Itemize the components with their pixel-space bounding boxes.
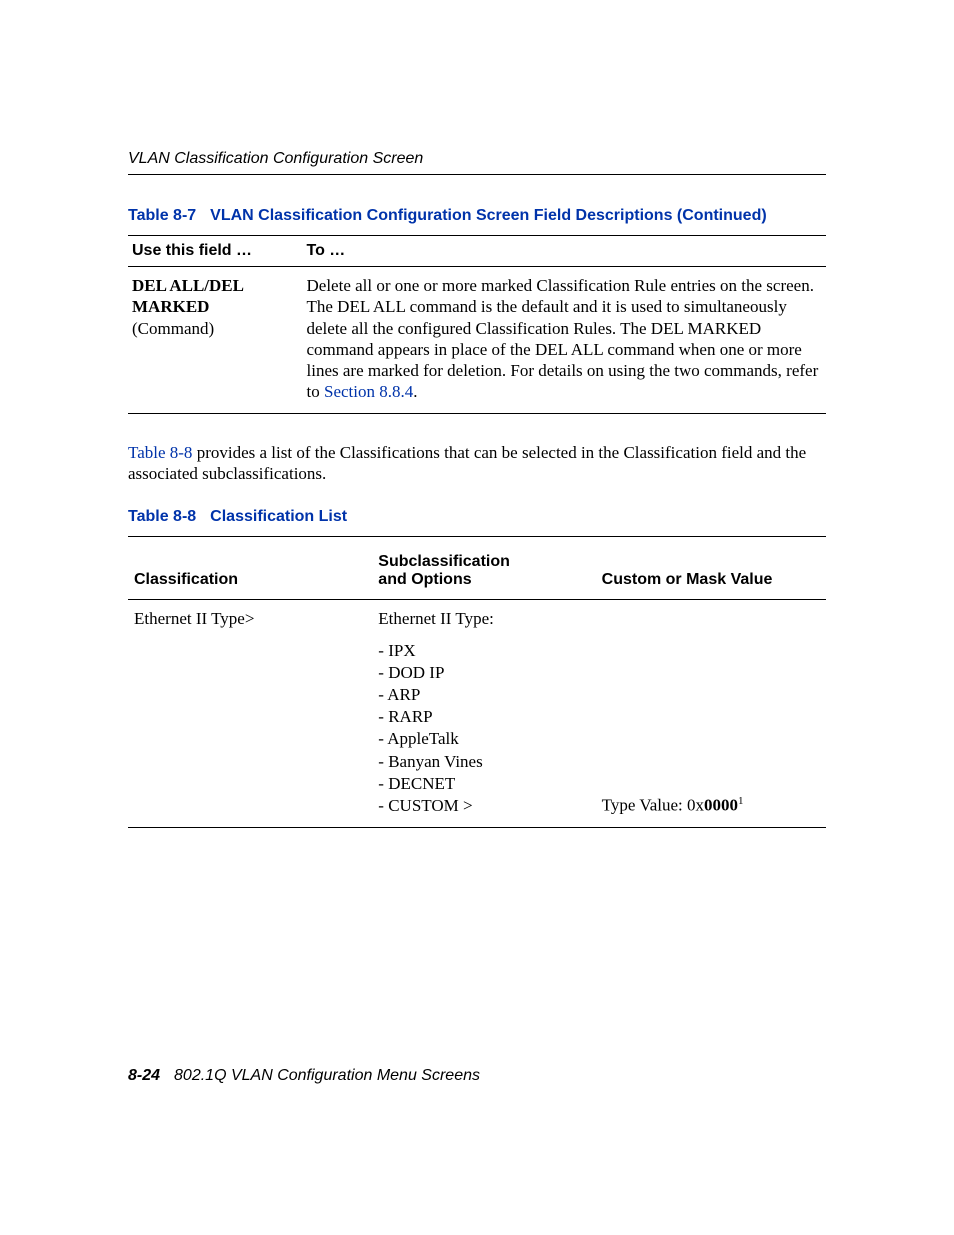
- list-item: - DECNET: [378, 773, 589, 795]
- table-row: Use this field … To …: [128, 236, 826, 267]
- list-item: - DOD IP: [378, 662, 589, 684]
- col-header-use-this-field: Use this field …: [128, 236, 303, 267]
- list-item: - RARP: [378, 706, 589, 728]
- table-row: Ethernet II Type> Ethernet II Type: - IP…: [128, 600, 826, 828]
- col-header-classification: Classification: [128, 537, 372, 600]
- body-paragraph: Table 8-8 provides a list of the Classif…: [128, 442, 826, 485]
- list-item: - Banyan Vines: [378, 751, 589, 773]
- table-8-7: Use this field … To … DEL ALL/DEL MARKED…: [128, 235, 826, 414]
- list-item: - IPX: [378, 640, 589, 662]
- option-list: - IPX - DOD IP - ARP - RARP - AppleTalk …: [378, 640, 589, 817]
- col-header-subclassification: Subclassification and Options: [372, 537, 595, 600]
- custom-value-bold: 0000: [704, 796, 738, 815]
- page-number: 8-24: [128, 1067, 160, 1084]
- col-header-sub-l2: and Options: [378, 571, 471, 588]
- field-name-line3: (Command): [132, 319, 214, 338]
- table-8-8: Classification Subclassification and Opt…: [128, 536, 826, 828]
- col-header-custom-mask: Custom or Mask Value: [596, 537, 826, 600]
- table-8-8-title: Classification List: [210, 508, 347, 525]
- list-item: - ARP: [378, 684, 589, 706]
- list-item: - CUSTOM >: [378, 795, 589, 817]
- field-description-post: .: [413, 382, 417, 401]
- table-row: Classification Subclassification and Opt…: [128, 537, 826, 600]
- page-footer: 8-24 802.1Q VLAN Configuration Menu Scree…: [128, 1067, 480, 1085]
- table-8-8-caption: Table 8-8 Classification List: [128, 508, 826, 526]
- table-8-7-number: Table 8-7: [128, 207, 196, 224]
- body-paragraph-text: provides a list of the Classifications t…: [128, 443, 806, 483]
- custom-value-label: Type Value: 0x: [602, 796, 704, 815]
- section-link[interactable]: Section 8.8.4: [324, 382, 413, 401]
- subclassification-cell: Ethernet II Type: - IPX - DOD IP - ARP -…: [372, 600, 595, 828]
- table-row: DEL ALL/DEL MARKED (Command) Delete all …: [128, 267, 826, 414]
- field-name-line1: DEL ALL/DEL: [132, 276, 244, 295]
- subclassification-head: Ethernet II Type:: [378, 608, 589, 630]
- table-8-8-number: Table 8-8: [128, 508, 196, 525]
- running-header: VLAN Classification Configuration Screen: [128, 150, 826, 175]
- field-name-cell: DEL ALL/DEL MARKED (Command): [128, 267, 303, 414]
- table-8-7-caption: Table 8-7 VLAN Classification Configurati…: [128, 207, 826, 225]
- col-header-to: To …: [303, 236, 827, 267]
- classification-cell: Ethernet II Type>: [128, 600, 372, 828]
- field-description-cell: Delete all or one or more marked Classif…: [303, 267, 827, 414]
- col-header-sub-l1: Subclassification: [378, 553, 510, 570]
- table-8-7-title: VLAN Classification Configuration Screen…: [210, 207, 767, 224]
- custom-value-footnote: 1: [738, 795, 744, 807]
- table-8-8-link[interactable]: Table 8-8: [128, 443, 192, 462]
- custom-value-cell: Type Value: 0x00001: [596, 600, 826, 828]
- footer-title: 802.1Q VLAN Configuration Menu Screens: [174, 1067, 480, 1084]
- field-name-line2: MARKED: [132, 297, 209, 316]
- list-item: - AppleTalk: [378, 728, 589, 750]
